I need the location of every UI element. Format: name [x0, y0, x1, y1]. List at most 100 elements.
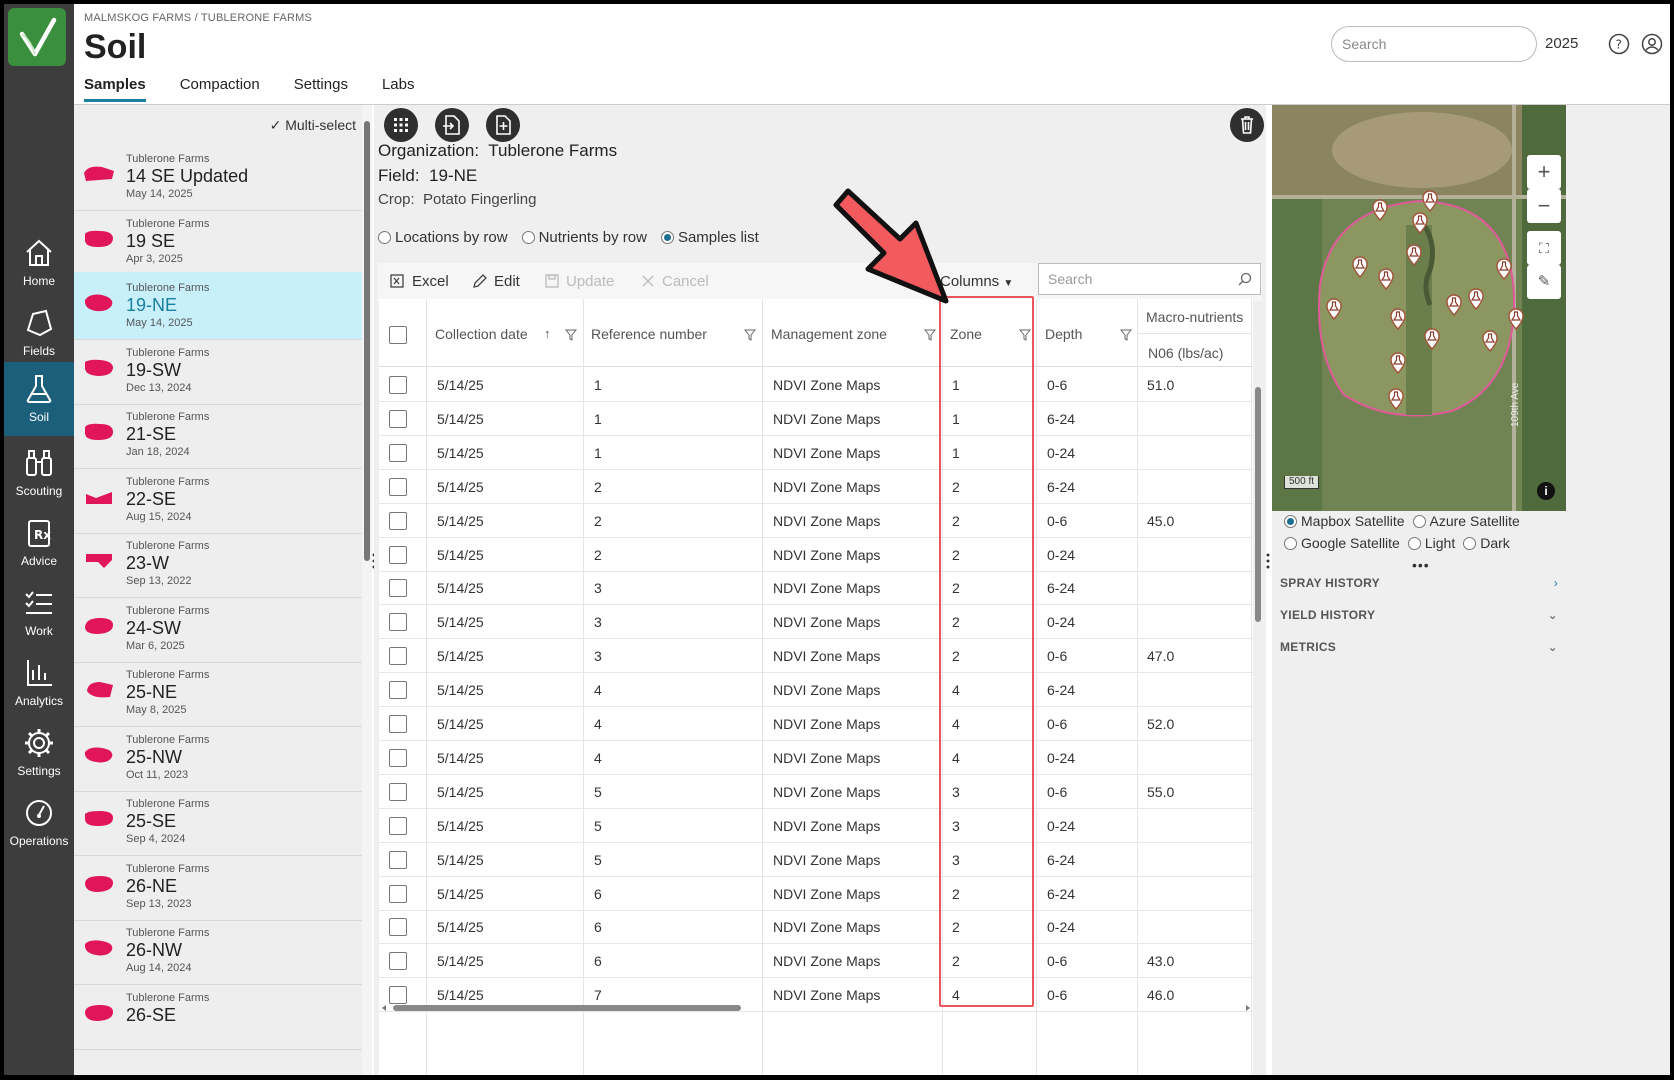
row-checkbox[interactable] — [389, 681, 407, 700]
nav-operations[interactable]: Operations — [4, 786, 74, 860]
row-checkbox[interactable] — [389, 816, 407, 835]
sample-pin-icon[interactable] — [1387, 388, 1405, 410]
nav-work[interactable]: Work — [4, 576, 74, 650]
radio-locations-by-row[interactable]: Locations by row — [378, 229, 508, 246]
accordion-yield-history[interactable]: YIELD HISTORY ⌄ — [1272, 599, 1566, 631]
table-row[interactable]: 5/14/25 3 NDVI Zone Maps 2 0-24 — [379, 605, 1253, 640]
nav-fields[interactable]: Fields — [4, 296, 74, 370]
table-row[interactable]: 5/14/25 3 NDVI Zone Maps 2 6-24 — [379, 571, 1253, 606]
edit-button[interactable]: Edit — [472, 263, 520, 301]
list-item[interactable]: Tublerone Farms 19-SW Dec 13, 2024 — [74, 337, 362, 405]
table-row[interactable]: 5/14/25 6 NDVI Zone Maps 2 6-24 — [379, 877, 1253, 911]
import-file-button[interactable] — [435, 108, 469, 142]
row-checkbox[interactable] — [389, 715, 407, 733]
list-item[interactable]: Tublerone Farms 22-SE Aug 15, 2024 — [74, 466, 362, 534]
cancel-button[interactable]: Cancel — [640, 263, 709, 301]
sample-pin-icon[interactable] — [1467, 288, 1485, 310]
filter-icon[interactable] — [1120, 329, 1132, 341]
tab-samples[interactable]: Samples — [84, 76, 146, 102]
panel-resize-handle[interactable] — [1265, 105, 1271, 1075]
header-n06[interactable]: N06 (lbs/ac) — [1148, 345, 1223, 361]
sample-pin-icon[interactable] — [1421, 190, 1439, 212]
nav-advice[interactable]: Rx Advice — [4, 506, 74, 580]
nav-soil[interactable]: Soil — [4, 362, 74, 436]
table-row[interactable]: 5/14/25 5 NDVI Zone Maps 3 0-24 — [379, 809, 1253, 843]
table-row[interactable]: 5/14/25 3 NDVI Zone Maps 2 0-6 47.0 — [379, 639, 1253, 674]
list-item[interactable]: Tublerone Farms 14 SE Updated May 14, 2025 — [74, 143, 362, 211]
sample-pin-icon[interactable] — [1411, 212, 1429, 234]
nav-scouting[interactable]: Scouting — [4, 436, 74, 510]
map-info-icon[interactable]: i — [1537, 482, 1555, 500]
draw-button[interactable]: ✎ — [1527, 265, 1561, 299]
zoom-in-button[interactable]: + — [1527, 155, 1561, 189]
app-logo[interactable] — [8, 8, 66, 66]
basemap-dark[interactable]: Dark — [1463, 535, 1510, 551]
user-account-icon[interactable] — [1641, 33, 1663, 55]
list-item[interactable]: Tublerone Farms 21-SE Jan 18, 2024 — [74, 401, 362, 469]
filter-icon[interactable] — [744, 329, 756, 341]
update-button[interactable]: Update — [544, 263, 614, 301]
table-row[interactable]: 5/14/25 1 NDVI Zone Maps 1 0-6 51.0 — [379, 368, 1253, 402]
table-row[interactable]: 5/14/25 1 NDVI Zone Maps 1 6-24 — [379, 402, 1253, 436]
tab-labs[interactable]: Labs — [382, 76, 415, 102]
grid-search-input[interactable]: Search — [1038, 263, 1261, 295]
basemap-azure-satellite[interactable]: Azure Satellite — [1412, 513, 1520, 529]
sample-pin-icon[interactable] — [1377, 268, 1395, 290]
sample-pin-icon[interactable] — [1405, 244, 1423, 266]
help-icon[interactable]: ? — [1608, 33, 1630, 55]
row-checkbox[interactable] — [389, 613, 407, 632]
nav-analytics[interactable]: Analytics — [4, 646, 74, 720]
scrollbar-thumb[interactable] — [364, 121, 370, 561]
tab-settings[interactable]: Settings — [294, 76, 348, 102]
sample-pin-icon[interactable] — [1495, 258, 1513, 280]
sample-pin-icon[interactable] — [1351, 256, 1369, 278]
row-checkbox[interactable] — [389, 952, 407, 971]
filter-icon[interactable] — [565, 329, 577, 341]
row-checkbox[interactable] — [389, 409, 407, 428]
fit-bounds-button[interactable]: ⛶ — [1527, 231, 1561, 265]
table-row[interactable]: 5/14/25 2 NDVI Zone Maps 2 6-24 — [379, 470, 1253, 504]
sort-ascending-icon[interactable]: ↑ — [544, 326, 551, 341]
header-depth[interactable]: Depth — [1045, 326, 1082, 342]
basemap-google-satellite[interactable]: Google Satellite — [1284, 535, 1400, 551]
table-row[interactable]: 5/14/25 5 NDVI Zone Maps 3 0-6 55.0 — [379, 775, 1253, 809]
multi-select-toggle[interactable]: ✓ Multi-select — [270, 117, 356, 134]
table-row[interactable]: 5/14/25 4 NDVI Zone Maps 4 6-24 — [379, 673, 1253, 708]
list-item[interactable]: Tublerone Farms 19 SE Apr 3, 2025 — [74, 208, 362, 276]
basemap-mapbox-satellite[interactable]: Mapbox Satellite — [1284, 513, 1405, 529]
radio-nutrients-by-row[interactable]: Nutrients by row — [521, 229, 647, 246]
row-checkbox[interactable] — [389, 884, 407, 903]
table-row[interactable]: 5/14/25 6 NDVI Zone Maps 2 0-6 43.0 — [379, 944, 1253, 979]
sample-pin-icon[interactable] — [1507, 308, 1525, 330]
filter-icon[interactable] — [924, 329, 936, 341]
table-row[interactable]: 5/14/25 5 NDVI Zone Maps 3 6-24 — [379, 843, 1253, 877]
sample-pin-icon[interactable] — [1371, 199, 1389, 221]
list-item[interactable]: Tublerone Farms 19-NE May 14, 2025 — [74, 272, 362, 340]
select-all-checkbox[interactable] — [389, 326, 407, 344]
nav-settings[interactable]: Settings — [4, 716, 74, 790]
row-checkbox[interactable] — [389, 545, 407, 564]
row-checkbox[interactable] — [389, 443, 407, 462]
list-item[interactable]: Tublerone Farms 23-W Sep 13, 2022 — [74, 530, 362, 598]
tab-compaction[interactable]: Compaction — [180, 76, 260, 102]
header-reference-number[interactable]: Reference number — [591, 326, 707, 342]
row-checkbox[interactable] — [389, 748, 407, 767]
zoom-out-button[interactable]: − — [1527, 189, 1561, 223]
breadcrumb[interactable]: MALMSKOG FARMS / TUBLERONE FARMS — [84, 12, 312, 24]
row-checkbox[interactable] — [389, 477, 407, 496]
row-checkbox[interactable] — [389, 376, 407, 394]
row-checkbox[interactable] — [389, 782, 407, 801]
table-row[interactable]: 5/14/25 2 NDVI Zone Maps 2 0-6 45.0 — [379, 504, 1253, 538]
table-row[interactable]: 5/14/25 4 NDVI Zone Maps 4 0-6 52.0 — [379, 707, 1253, 741]
list-item[interactable]: Tublerone Farms 26-NW Aug 14, 2024 — [74, 917, 362, 985]
radio-samples-list[interactable]: Samples list — [660, 229, 759, 246]
year-selector[interactable]: 2025 — [1545, 35, 1578, 52]
table-row[interactable]: 5/14/25 6 NDVI Zone Maps 2 0-24 — [379, 910, 1253, 945]
row-checkbox[interactable] — [389, 918, 407, 937]
sample-pin-icon[interactable] — [1445, 294, 1463, 316]
header-management-zone[interactable]: Management zone — [771, 326, 887, 342]
list-item[interactable]: Tublerone Farms 25-NW Oct 11, 2023 — [74, 724, 362, 792]
excel-button[interactable]: Excel — [390, 263, 449, 301]
add-file-button[interactable] — [486, 108, 520, 142]
nav-home[interactable]: Home — [4, 226, 74, 300]
